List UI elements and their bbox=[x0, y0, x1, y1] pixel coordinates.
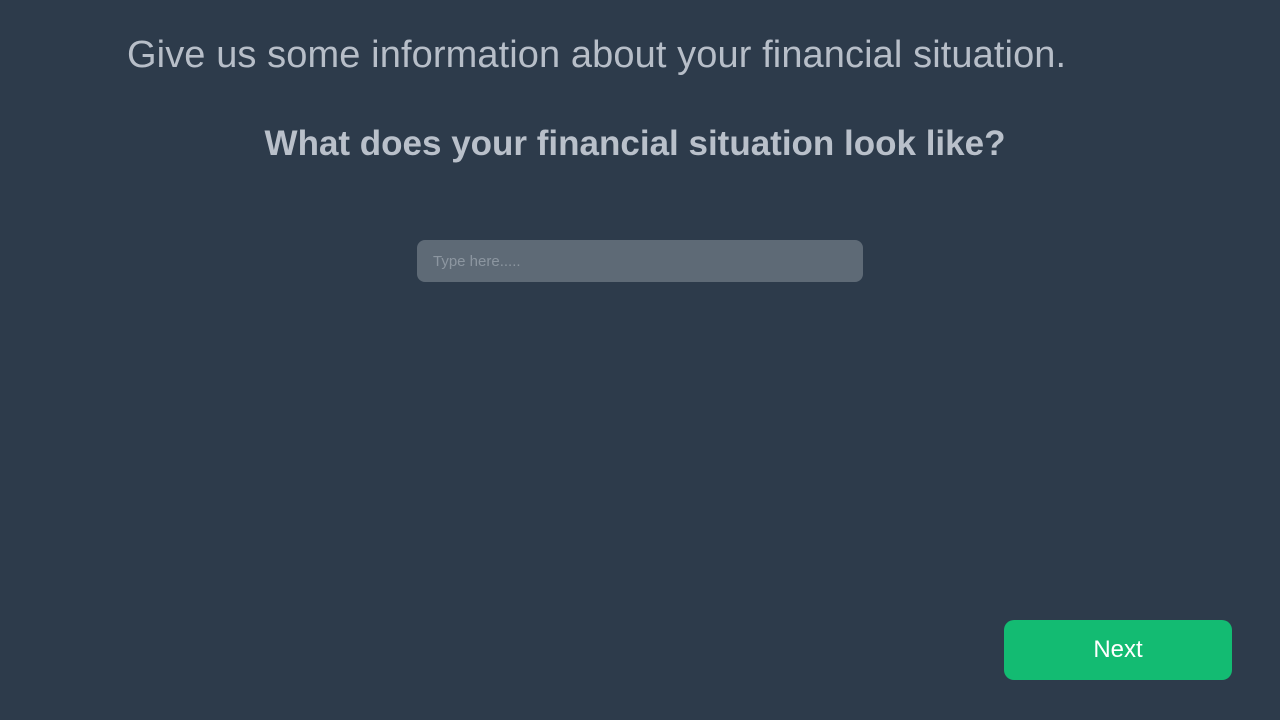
intro-heading: Give us some information about your fina… bbox=[127, 34, 1067, 76]
financial-question-page: Give us some information about your fina… bbox=[0, 0, 1280, 720]
question-title: What does your financial situation look … bbox=[264, 124, 1006, 163]
next-button[interactable]: Next bbox=[1004, 620, 1232, 680]
answer-input[interactable] bbox=[417, 240, 863, 282]
